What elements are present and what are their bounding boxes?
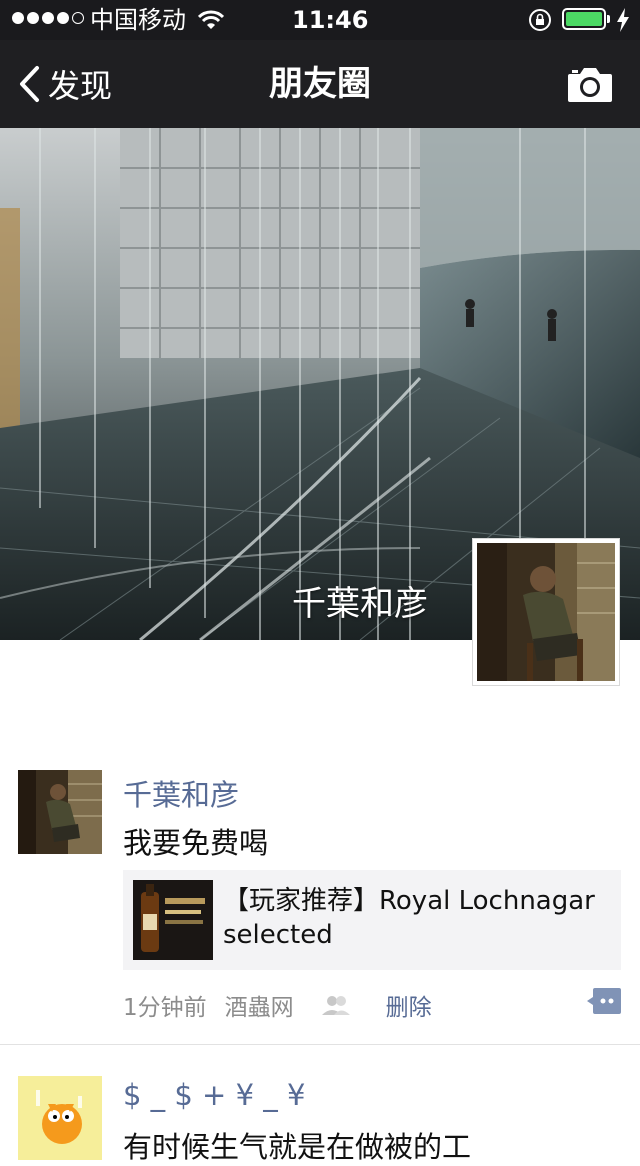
battery-icon — [562, 8, 606, 30]
charging-icon — [617, 8, 629, 32]
clock: 11:46 — [292, 6, 369, 34]
wifi-icon — [198, 10, 224, 29]
post-time: 1分钟前 — [123, 995, 207, 1021]
post-avatar[interactable] — [18, 1076, 102, 1160]
friends-visibility-icon — [321, 996, 350, 1015]
post-avatar[interactable] — [18, 770, 102, 854]
camera-icon[interactable] — [566, 64, 614, 104]
post-divider — [0, 1044, 640, 1045]
navigation-bar: 发现 朋友圈 — [0, 40, 640, 128]
carrier-label: 中国移动 — [90, 6, 186, 34]
rotation-lock-icon — [529, 9, 551, 31]
post-meta: 1分钟前 酒蟲网 删除 — [123, 988, 432, 1022]
post-source[interactable]: 酒蟲网 — [225, 988, 294, 1022]
link-thumbnail — [133, 880, 213, 960]
signal-strength-icon — [12, 12, 84, 24]
profile-avatar[interactable] — [472, 538, 620, 686]
comment-icon[interactable] — [587, 988, 621, 1014]
cover-user-name: 千葉和彦 — [292, 584, 428, 624]
link-title: 【玩家推荐】Royal Lochnagar selected — [223, 886, 595, 950]
post-author[interactable]: 千葉和彦 — [123, 772, 239, 814]
delete-button[interactable]: 删除 — [386, 988, 432, 1022]
post-author[interactable]: $ _ $ + ¥ _ ¥ — [123, 1078, 305, 1112]
status-bar: 中国移动 11:46 — [0, 0, 640, 40]
post-text: 有时候生气就是在做被的工 — [123, 1130, 472, 1164]
page-title: 朋友圈 — [269, 64, 371, 104]
link-card[interactable]: 【玩家推荐】Royal Lochnagar selected — [123, 870, 621, 970]
post-text: 我要免费喝 — [123, 826, 269, 860]
